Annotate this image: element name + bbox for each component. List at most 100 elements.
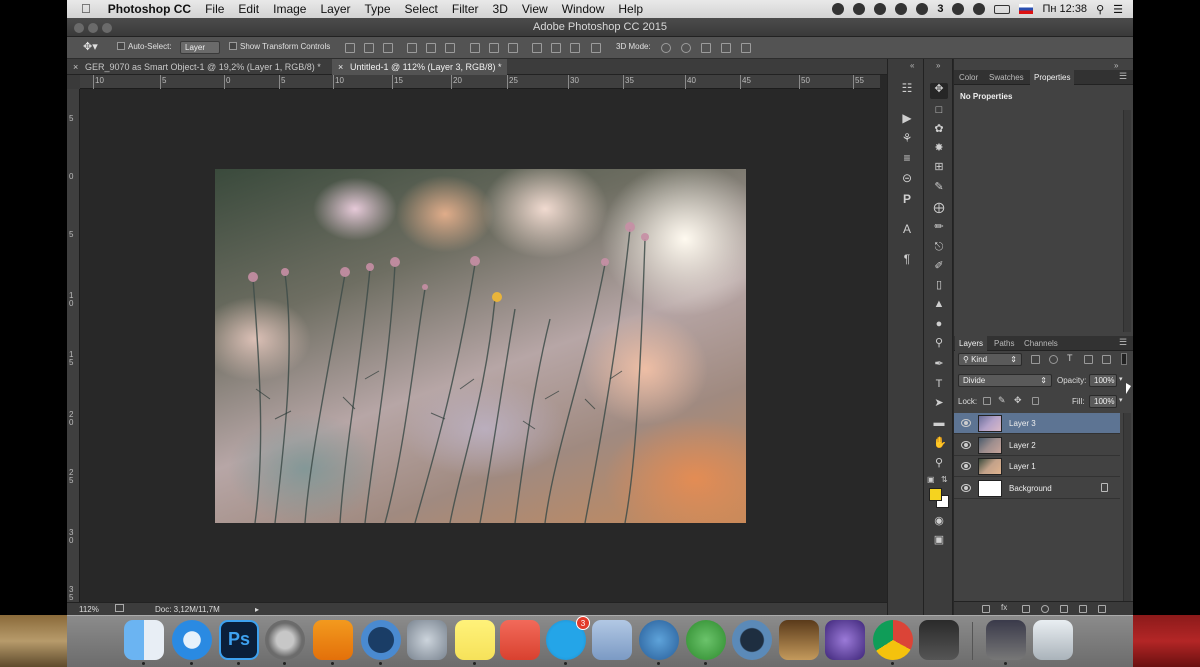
brightness-icon[interactable]: [895, 3, 908, 15]
align-right-icon[interactable]: [445, 43, 455, 53]
actions-icon[interactable]: ▶: [900, 111, 914, 125]
healing-brush-icon[interactable]: ⨁: [933, 202, 945, 214]
expand-tools-icon[interactable]: »: [936, 61, 940, 70]
show-transform-checkbox[interactable]: Show Transform Controls: [229, 42, 330, 51]
distribute-hcenter-icon[interactable]: [551, 43, 561, 53]
clone-stamp-icon[interactable]: ⎋: [933, 241, 945, 253]
utorrent-menu-icon[interactable]: [916, 3, 929, 15]
tab-layers[interactable]: Layers: [955, 336, 988, 351]
type-tool-icon[interactable]: T: [933, 378, 945, 390]
clock[interactable]: Пн 12:38: [1042, 3, 1087, 15]
eyedropper-icon[interactable]: ✎: [933, 181, 945, 193]
clone-source-icon[interactable]: ⊝: [900, 171, 914, 185]
pen-tool-icon[interactable]: ✒: [933, 358, 945, 370]
layers-scrollbar[interactable]: [1123, 413, 1131, 601]
visibility-eye-icon[interactable]: [961, 440, 971, 449]
filter-adjustment-icon[interactable]: [1049, 355, 1058, 364]
move-tool-icon[interactable]: ✥: [930, 83, 948, 99]
vertical-ruler[interactable]: 5 0 5 1 0 1 5 2 0 2 5 3 0 3 5: [67, 89, 80, 602]
mail-stamp-icon[interactable]: [592, 620, 632, 660]
rectangle-tool-icon[interactable]: ▬: [933, 417, 945, 429]
list-icon[interactable]: ☰: [1113, 3, 1123, 16]
messages-icon[interactable]: [639, 620, 679, 660]
move-tool-preset-icon[interactable]: ✥▾: [83, 40, 98, 53]
fill-input[interactable]: 100%: [1089, 395, 1117, 408]
align-left-icon[interactable]: [407, 43, 417, 53]
doc-info[interactable]: Doc: 3,12M/11,7M: [155, 605, 220, 614]
lasso-tool-icon[interactable]: ✿: [933, 123, 945, 135]
pocket-icon[interactable]: [500, 620, 540, 660]
lock-image-icon[interactable]: ✎: [998, 395, 1006, 406]
ru-flag-icon[interactable]: [1019, 4, 1034, 14]
notes-icon[interactable]: [455, 620, 495, 660]
layer-style-icon[interactable]: fx: [1001, 603, 1007, 612]
tab-ger-9070[interactable]: × GER_9070 as Smart Object-1 @ 19,2% (La…: [67, 59, 332, 75]
align-bottom-icon[interactable]: [383, 43, 393, 53]
auto-align-icon[interactable]: [591, 43, 601, 53]
visibility-eye-icon[interactable]: [961, 483, 971, 492]
magic-wand-icon[interactable]: ✸: [933, 142, 945, 154]
tool-presets-icon[interactable]: ≡: [900, 151, 914, 165]
path-selection-icon[interactable]: ➤: [933, 397, 945, 409]
visibility-eye-icon[interactable]: [961, 419, 971, 427]
bell-icon[interactable]: [853, 3, 866, 15]
tab-untitled-1[interactable]: × Untitled-1 @ 112% (Layer 3, RGB/8) *: [332, 59, 507, 75]
visibility-eye-icon[interactable]: [961, 462, 971, 470]
chrome-icon[interactable]: [873, 620, 913, 660]
paragraph-icon[interactable]: ¶: [900, 252, 914, 266]
scale-3d-icon[interactable]: [741, 43, 751, 53]
add-mask-icon[interactable]: [1022, 605, 1030, 613]
menu-filter[interactable]: Filter: [445, 0, 486, 18]
opacity-slider-arrow-icon[interactable]: ▾: [1119, 375, 1123, 383]
auto-select-checkbox[interactable]: Auto-Select:: [117, 42, 172, 51]
filter-shape-icon[interactable]: [1084, 355, 1093, 364]
share-icon[interactable]: [115, 604, 124, 612]
history-icon[interactable]: ☷: [900, 81, 914, 95]
filter-type-icon[interactable]: T: [1067, 353, 1073, 363]
zoom-level[interactable]: 112%: [79, 605, 99, 614]
dodge-tool-icon[interactable]: ⚲: [933, 337, 945, 349]
layer-row[interactable]: Layer 1: [954, 456, 1120, 477]
new-layer-icon[interactable]: [1079, 605, 1087, 613]
delete-layer-icon[interactable]: [1098, 605, 1106, 613]
trash-icon[interactable]: [1033, 620, 1073, 660]
wifi-icon[interactable]: [973, 3, 986, 15]
layer-filter-dropdown[interactable]: ⚲ Kind ⇕: [958, 353, 1022, 366]
distribute-bottom-icon[interactable]: [508, 43, 518, 53]
record-icon[interactable]: [874, 3, 887, 15]
menu-layer[interactable]: Layer: [313, 0, 357, 18]
layers-menu-icon[interactable]: ☰: [1119, 337, 1127, 348]
lock-position-icon[interactable]: ✥: [1014, 395, 1022, 406]
character-icon[interactable]: A: [900, 222, 914, 236]
menu-3d[interactable]: 3D: [486, 0, 515, 18]
fill-slider-arrow-icon[interactable]: ▾: [1119, 396, 1123, 404]
lock-all-icon[interactable]: [1032, 397, 1039, 405]
layer-row[interactable]: Layer 3: [954, 413, 1120, 434]
menu-window[interactable]: Window: [555, 0, 612, 18]
blend-mode-dropdown[interactable]: Divide ⇕: [958, 374, 1052, 387]
marquee-tool-icon[interactable]: □: [933, 104, 945, 116]
collapse-arrows-icon[interactable]: «: [910, 61, 914, 70]
tab-swatches[interactable]: Swatches: [985, 70, 1028, 85]
vlc-icon[interactable]: [313, 620, 353, 660]
paint-bucket-icon[interactable]: ▲: [933, 298, 945, 310]
layer-row[interactable]: Background: [954, 478, 1120, 499]
new-adjustment-layer-icon[interactable]: [1041, 605, 1049, 613]
tab-paths[interactable]: Paths: [990, 336, 1018, 351]
lock-transparent-icon[interactable]: [983, 397, 991, 405]
menu-help[interactable]: Help: [611, 0, 650, 18]
desktop-icon[interactable]: [986, 620, 1026, 660]
launchpad-icon[interactable]: [407, 620, 447, 660]
menu-file[interactable]: File: [198, 0, 231, 18]
align-top-icon[interactable]: [345, 43, 355, 53]
drag-3d-icon[interactable]: [701, 43, 711, 53]
distribute-right-icon[interactable]: [570, 43, 580, 53]
menu-edit[interactable]: Edit: [231, 0, 266, 18]
canvas-area[interactable]: [80, 89, 880, 602]
document-image[interactable]: [215, 169, 746, 523]
crop-tool-icon[interactable]: ⊞: [933, 161, 945, 173]
screen-mode-icon[interactable]: ▣: [933, 534, 945, 546]
menu-type[interactable]: Type: [358, 0, 398, 18]
paragraph-styles-icon[interactable]: P: [900, 192, 914, 206]
photoshop-icon[interactable]: Ps: [219, 620, 259, 660]
